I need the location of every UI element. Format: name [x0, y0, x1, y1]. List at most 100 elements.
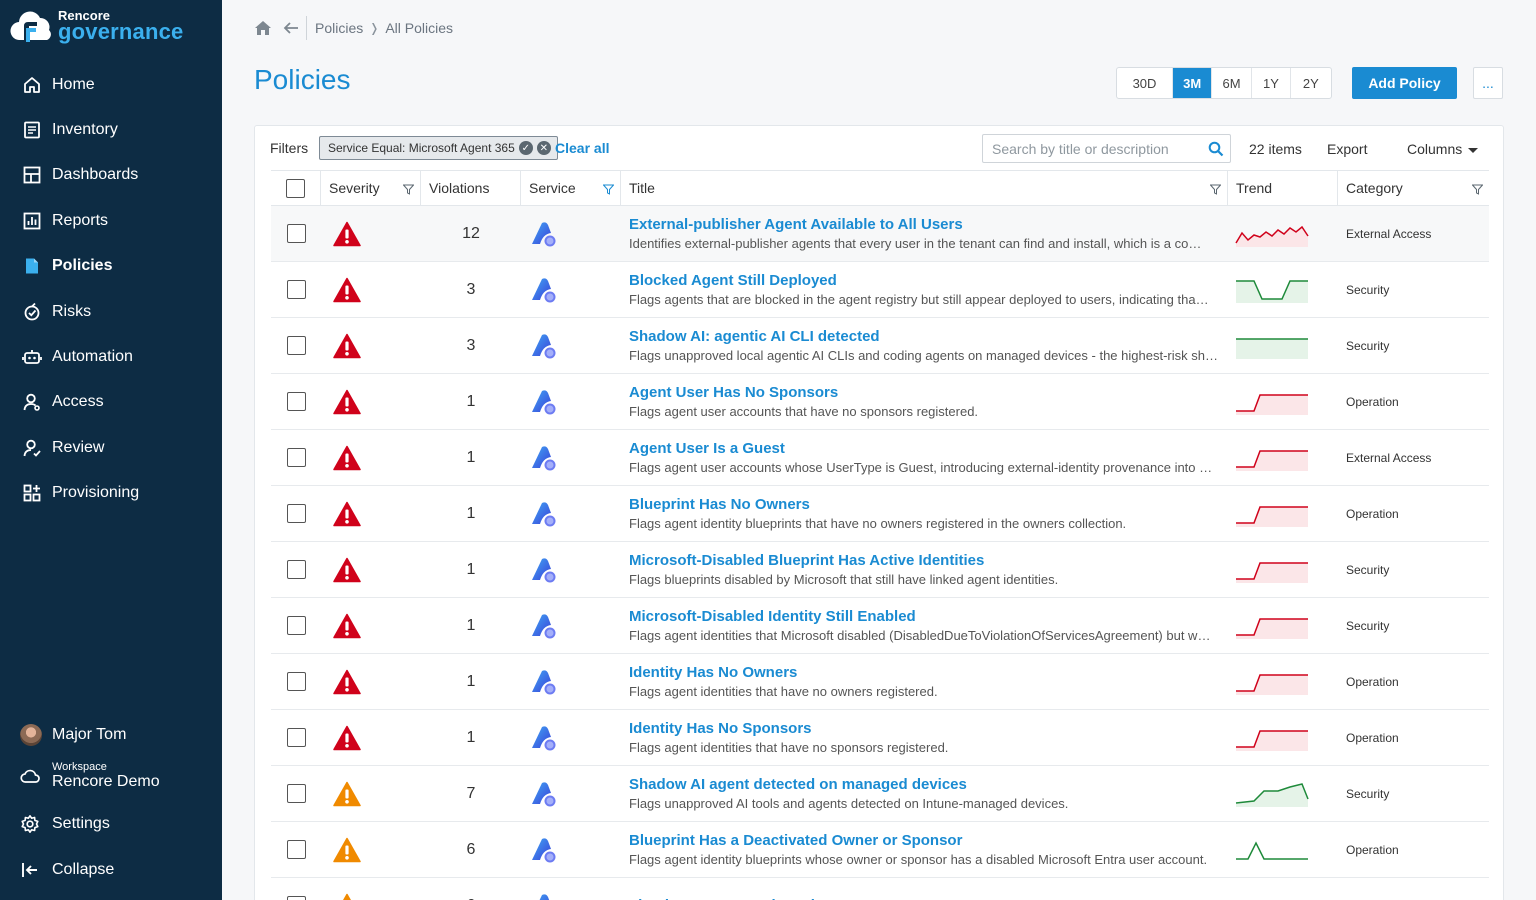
violations-count[interactable]: 3: [467, 281, 476, 299]
range-3m-button[interactable]: 3M: [1173, 68, 1213, 98]
user-menu[interactable]: Major Tom: [0, 723, 222, 747]
search-icon[interactable]: [1208, 141, 1224, 157]
row-checkbox[interactable]: [286, 784, 306, 803]
table-row[interactable]: 7 Shadow AI agent detected on managed de…: [271, 766, 1489, 822]
policy-title-link[interactable]: Shadow AI agent detected on managed devi…: [629, 775, 967, 795]
filter-chip[interactable]: Service Equal: Microsoft Agent 365 ✓ ✕: [319, 136, 558, 160]
more-options-button[interactable]: ...: [1473, 67, 1503, 99]
table-row[interactable]: 1 Microsoft-Disabled Identity Still Enab…: [271, 598, 1489, 654]
policy-title-link[interactable]: Agent User Is a Guest: [629, 439, 785, 459]
dashboard-icon: [23, 167, 41, 184]
policy-title-link[interactable]: Blueprint Has No Owners: [629, 495, 810, 515]
row-checkbox[interactable]: [286, 896, 306, 900]
row-checkbox[interactable]: [286, 280, 306, 299]
sidebar-item-automation[interactable]: Automation: [0, 334, 222, 379]
filter-icon[interactable]: [1472, 184, 1483, 195]
policy-title-link[interactable]: Blueprint Has a Deactivated Owner or Spo…: [629, 831, 962, 851]
violations-count[interactable]: 7: [467, 785, 476, 803]
policy-title-link[interactable]: Microsoft-Disabled Blueprint Has Active …: [629, 551, 984, 571]
select-all-checkbox[interactable]: [286, 178, 305, 198]
sidebar-item-access[interactable]: Access: [0, 380, 222, 425]
violations-count[interactable]: 1: [467, 561, 476, 579]
policy-title-link[interactable]: Identity Has a Deactivated Owner or Spon…: [629, 896, 950, 900]
home-icon[interactable]: [254, 20, 272, 36]
back-arrow-icon[interactable]: [282, 20, 300, 36]
policy-title-link[interactable]: Identity Has No Sponsors: [629, 719, 812, 739]
row-checkbox[interactable]: [286, 448, 306, 467]
range-1y-button[interactable]: 1Y: [1252, 68, 1292, 98]
search-input[interactable]: [992, 140, 1202, 157]
check-icon[interactable]: ✓: [518, 141, 533, 155]
close-icon[interactable]: ✕: [536, 141, 551, 155]
violations-count[interactable]: 6: [467, 897, 476, 900]
table-row[interactable]: 3 Blocked Agent Still Deployed Flags age…: [271, 262, 1489, 318]
sidebar-item-reports[interactable]: Reports: [0, 198, 222, 243]
row-checkbox[interactable]: [286, 336, 306, 355]
table-row[interactable]: 1 Identity Has No Sponsors Flags agent i…: [271, 710, 1489, 766]
column-header-trend[interactable]: Trend: [1228, 171, 1338, 205]
table-row[interactable]: 1 Agent User Has No Sponsors Flags agent…: [271, 374, 1489, 430]
column-header-service[interactable]: Service: [521, 171, 621, 205]
range-6m-button[interactable]: 6M: [1212, 68, 1252, 98]
table-row[interactable]: 3 Shadow AI: agentic AI CLI detected Fla…: [271, 318, 1489, 374]
add-policy-button[interactable]: Add Policy: [1352, 67, 1457, 99]
column-header-violations[interactable]: Violations: [421, 171, 521, 205]
range-2y-button[interactable]: 2Y: [1291, 68, 1330, 98]
policy-title-link[interactable]: Microsoft-Disabled Identity Still Enable…: [629, 607, 916, 627]
violations-count[interactable]: 1: [467, 673, 476, 691]
policy-title-link[interactable]: Shadow AI: agentic AI CLI detected: [629, 327, 880, 347]
sidebar-item-policies[interactable]: Policies: [0, 244, 222, 289]
violations-count[interactable]: 1: [467, 729, 476, 747]
row-checkbox[interactable]: [286, 616, 306, 635]
violations-count[interactable]: 1: [467, 617, 476, 635]
violations-count[interactable]: 12: [462, 225, 480, 243]
row-checkbox[interactable]: [286, 560, 306, 579]
filter-icon[interactable]: [603, 184, 614, 195]
column-header-severity[interactable]: Severity: [321, 171, 421, 205]
time-range-selector: 30D 3M 6M 1Y 2Y: [1116, 67, 1332, 99]
workspace-switcher[interactable]: Workspace Rencore Demo: [0, 759, 222, 793]
policy-title-link[interactable]: Identity Has No Owners: [629, 663, 797, 683]
brand-logo[interactable]: Rencore governance: [10, 6, 184, 46]
sidebar-item-review[interactable]: Review: [0, 425, 222, 470]
policy-title-link[interactable]: Agent User Has No Sponsors: [629, 383, 838, 403]
row-checkbox[interactable]: [286, 728, 306, 747]
table-row[interactable]: 6 Blueprint Has a Deactivated Owner or S…: [271, 822, 1489, 878]
range-30d-button[interactable]: 30D: [1117, 68, 1173, 98]
collapse-button[interactable]: Collapse: [0, 858, 222, 882]
violations-count[interactable]: 1: [467, 393, 476, 411]
row-checkbox[interactable]: [286, 224, 306, 243]
policy-title-link[interactable]: Blocked Agent Still Deployed: [629, 271, 837, 291]
export-button[interactable]: Export: [1327, 141, 1367, 157]
violations-count[interactable]: 6: [467, 841, 476, 859]
violations-count[interactable]: 1: [467, 505, 476, 523]
filter-icon[interactable]: [403, 184, 414, 195]
column-header-category[interactable]: Category: [1338, 171, 1489, 205]
breadcrumb-policies[interactable]: Policies: [315, 20, 363, 36]
sidebar-item-inventory[interactable]: Inventory: [0, 107, 222, 152]
row-checkbox[interactable]: [286, 672, 306, 691]
service-cell: [521, 262, 621, 317]
settings-link[interactable]: Settings: [0, 812, 222, 836]
table-row[interactable]: 12 External-publisher Agent Available to…: [271, 206, 1489, 262]
table-row[interactable]: 1 Agent User Is a Guest Flags agent user…: [271, 430, 1489, 486]
sidebar-item-provisioning[interactable]: Provisioning: [0, 471, 222, 516]
violations-count[interactable]: 1: [467, 449, 476, 467]
sidebar-item-dashboards[interactable]: Dashboards: [0, 153, 222, 198]
row-checkbox[interactable]: [286, 840, 306, 859]
table-row[interactable]: 6 Identity Has a Deactivated Owner or Sp…: [271, 878, 1489, 900]
row-checkbox[interactable]: [286, 504, 306, 523]
clear-all-link[interactable]: Clear all: [555, 140, 609, 156]
column-header-title[interactable]: Title: [621, 171, 1228, 205]
table-row[interactable]: 1 Identity Has No Owners Flags agent ide…: [271, 654, 1489, 710]
row-checkbox[interactable]: [286, 392, 306, 411]
sidebar-item-home[interactable]: Home: [0, 62, 222, 107]
table-row[interactable]: 1 Blueprint Has No Owners Flags agent id…: [271, 486, 1489, 542]
sidebar-item-risks[interactable]: Risks: [0, 289, 222, 334]
violations-count[interactable]: 3: [467, 337, 476, 355]
columns-dropdown[interactable]: Columns: [1407, 141, 1479, 157]
policy-description: Flags agent identity blueprints that hav…: [629, 515, 1127, 531]
filter-icon[interactable]: [1210, 184, 1221, 195]
policy-title-link[interactable]: External-publisher Agent Available to Al…: [629, 215, 963, 235]
table-row[interactable]: 1 Microsoft-Disabled Blueprint Has Activ…: [271, 542, 1489, 598]
